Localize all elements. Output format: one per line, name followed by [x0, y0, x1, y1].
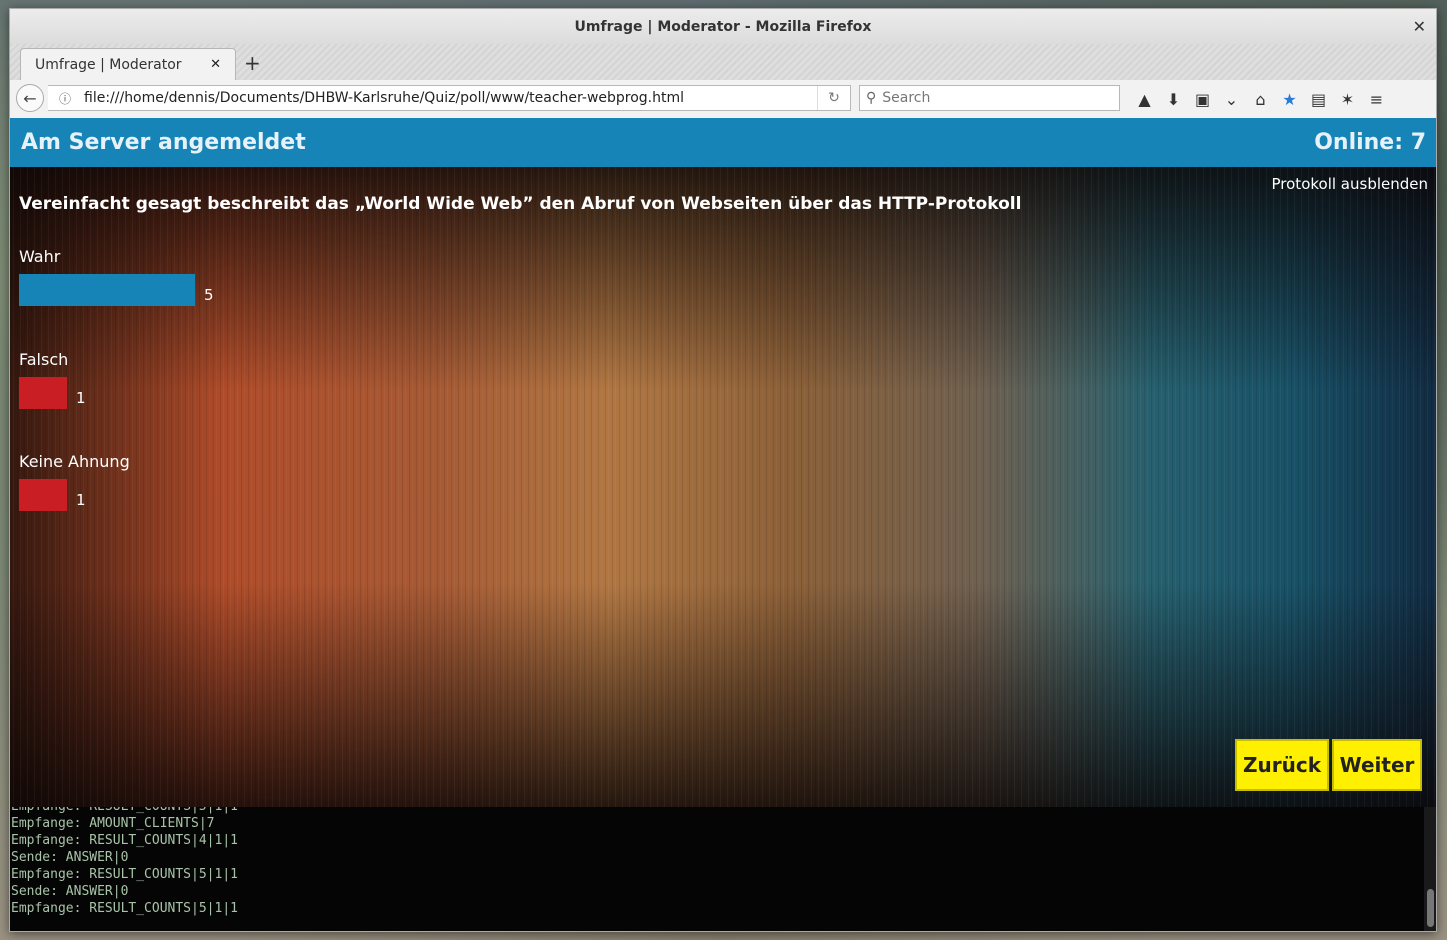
home-icon[interactable]: ⌂ [1246, 90, 1275, 109]
tab-close-icon[interactable]: ✕ [210, 57, 221, 72]
scrollbar-thumb[interactable] [1427, 889, 1434, 927]
search-placeholder: Search [882, 90, 931, 106]
log-lines: Empfange: RESULT_COUNTS|5|1|1 Empfange: … [11, 807, 238, 917]
log-line: Sende: ANSWER|0 [11, 884, 129, 899]
url-text: file:///home/dennis/Documents/DHBW-Karls… [84, 90, 685, 106]
user-icon[interactable]: ▲ [1130, 90, 1159, 109]
tab-label: Umfrage | Moderator [35, 56, 182, 73]
new-tab-icon[interactable]: + [244, 51, 261, 75]
page-content: Am Server angemeldet Online: 7 Protokoll… [10, 118, 1436, 931]
answer-count: 1 [76, 389, 86, 407]
pocket-icon[interactable]: ⌄ [1217, 90, 1246, 109]
bookmark-star-icon[interactable]: ★ [1275, 90, 1304, 109]
log-scrollbar[interactable] [1424, 807, 1436, 931]
answer-label: Wahr [19, 247, 61, 266]
answer-label: Falsch [19, 350, 69, 369]
back-button[interactable]: ← [16, 84, 44, 112]
log-line: Empfange: RESULT_COUNTS|5|1|1 [11, 867, 238, 882]
answer-wahr: Wahr 5 [19, 247, 214, 306]
menu-icon[interactable]: ≡ [1362, 90, 1391, 109]
toggle-log-link[interactable]: Protokoll ausblenden [1272, 175, 1428, 193]
search-input[interactable]: ⚲ Search [859, 85, 1120, 111]
answer-bar [19, 479, 67, 511]
tab-bar: Umfrage | Moderator ✕ + [10, 44, 1436, 81]
url-bar[interactable]: ⓘ file:///home/dennis/Documents/DHBW-Kar… [48, 85, 851, 111]
answer-falsch: Falsch 1 [19, 350, 86, 409]
extension-icon[interactable]: ✶ [1333, 90, 1362, 109]
answer-bar [19, 274, 195, 306]
app-header: Am Server angemeldet Online: 7 [10, 118, 1436, 167]
back-arrow-icon: ← [23, 88, 37, 108]
reader-view-icon[interactable]: ▤ [1304, 90, 1333, 109]
window-titlebar: Umfrage | Moderator - Mozilla Firefox ✕ [10, 9, 1436, 45]
protocol-log: Empfange: RESULT_COUNTS|5|1|1 Empfange: … [10, 807, 1436, 931]
answer-keine-ahnung: Keine Ahnung 1 [19, 452, 130, 511]
log-line: Empfange: RESULT_COUNTS|5|1|1 [11, 901, 238, 916]
log-line: Sende: ANSWER|0 [11, 850, 129, 865]
log-line: Empfange: AMOUNT_CLIENTS|7 [11, 816, 215, 831]
info-icon[interactable]: ⓘ [54, 90, 76, 107]
answer-count: 1 [76, 491, 86, 509]
answer-label: Keine Ahnung [19, 452, 130, 471]
server-status: Am Server angemeldet [21, 130, 306, 155]
screenshot-icon[interactable]: ▣ [1188, 90, 1217, 109]
online-count: Online: 7 [1314, 130, 1426, 155]
log-line: Empfange: RESULT_COUNTS|5|1|1 [11, 807, 238, 815]
toolbar-icons: ▲ ⬇ ▣ ⌄ ⌂ ★ ▤ ✶ ≡ [1130, 86, 1391, 112]
answer-bar [19, 377, 67, 409]
poll-question: Vereinfacht gesagt beschreibt das „World… [19, 194, 1022, 214]
next-question-button[interactable]: Weiter [1332, 739, 1422, 791]
tab-umfrage-moderator[interactable]: Umfrage | Moderator ✕ [20, 48, 236, 80]
close-window-icon[interactable]: ✕ [1413, 17, 1426, 36]
window-title: Umfrage | Moderator - Mozilla Firefox [574, 18, 872, 35]
log-line: Empfange: RESULT_COUNTS|4|1|1 [11, 833, 238, 848]
search-icon: ⚲ [866, 90, 877, 106]
answer-count: 5 [204, 286, 214, 304]
navigation-toolbar: ← ⓘ file:///home/dennis/Documents/DHBW-K… [10, 80, 1436, 119]
download-icon[interactable]: ⬇ [1159, 90, 1188, 109]
browser-window: Umfrage | Moderator - Mozilla Firefox ✕ … [9, 8, 1437, 932]
poll-stage: Protokoll ausblenden Vereinfacht gesagt … [10, 167, 1436, 807]
back-question-button[interactable]: Zurück [1235, 739, 1329, 791]
reload-icon[interactable]: ↻ [817, 86, 850, 110]
